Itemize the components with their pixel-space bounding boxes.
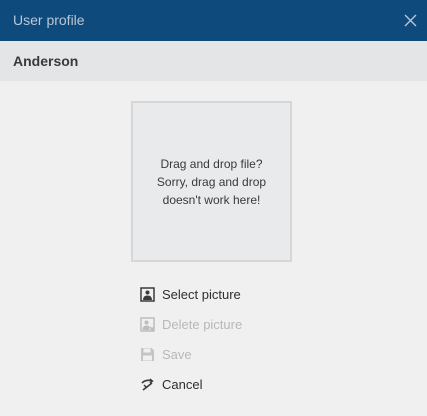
picture-drop-zone[interactable]: Drag and drop file? Sorry, drag and drop… <box>131 101 292 262</box>
delete-picture-label: Delete picture <box>162 316 243 332</box>
save-button[interactable]: Save <box>140 339 340 369</box>
save-icon <box>141 347 154 361</box>
select-picture-label: Select picture <box>162 286 241 302</box>
picture-actions: Select picture Delete picture Save Cance… <box>140 279 340 399</box>
picture-icon <box>140 286 155 302</box>
select-picture-button[interactable]: Select picture <box>140 279 340 309</box>
user-profile-dialog: User profile Anderson Drag and drop file… <box>0 0 427 416</box>
close-icon[interactable] <box>403 13 418 28</box>
save-label: Save <box>162 346 192 362</box>
delete-picture-button[interactable]: Delete picture <box>140 309 340 339</box>
delete-picture-icon <box>140 316 155 332</box>
profile-header: Anderson <box>0 41 427 81</box>
cancel-label: Cancel <box>162 376 203 392</box>
drop-zone-line-2: Sorry, drag and drop <box>156 175 267 189</box>
drop-zone-message: Drag and drop file? Sorry, drag and drop… <box>133 155 290 209</box>
drop-zone-line-3: doesn't work here! <box>162 193 261 207</box>
cancel-button[interactable]: Cancel <box>140 369 340 399</box>
cancel-icon <box>141 377 154 391</box>
dialog-title: User profile <box>13 12 85 28</box>
dialog-titlebar: User profile <box>0 0 427 41</box>
drop-zone-line-1: Drag and drop file? <box>160 157 263 171</box>
profile-name: Anderson <box>13 53 79 69</box>
